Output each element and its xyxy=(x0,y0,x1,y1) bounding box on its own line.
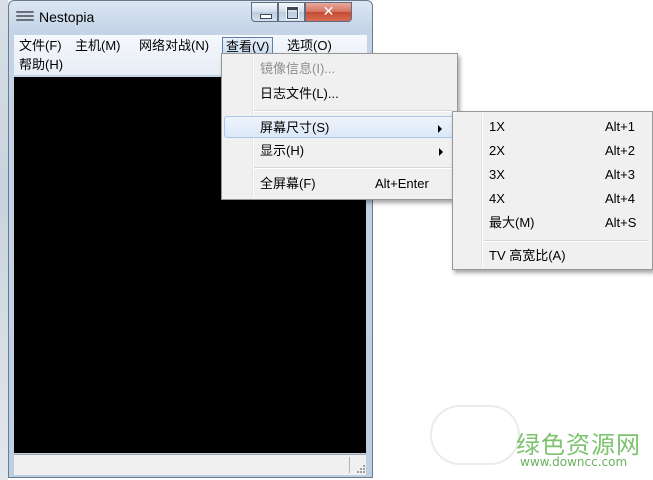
menu-separator xyxy=(254,167,453,169)
menu-item-label: TV 高宽比(A) xyxy=(489,248,566,263)
menu-file[interactable]: 文件(F) xyxy=(16,37,65,55)
watermark-bubble-icon xyxy=(430,405,520,465)
menu-separator xyxy=(483,240,648,242)
menu-item-screen-size[interactable]: 屏幕尺寸(S) xyxy=(224,116,455,138)
menu-item-size-3x[interactable]: 3X Alt+3 xyxy=(455,164,650,186)
screen-size-submenu: 1X Alt+1 2X Alt+2 3X Alt+3 4X Alt+4 最大(M… xyxy=(452,111,653,270)
menu-item-label: 2X xyxy=(489,143,505,158)
menu-netplay[interactable]: 网络对战(N) xyxy=(136,37,212,55)
close-icon: ✕ xyxy=(322,4,335,20)
menu-item-label: 3X xyxy=(489,167,505,182)
watermark-url: www.downcc.com xyxy=(520,455,628,469)
menu-item-label: 全屏幕(F) xyxy=(260,176,316,191)
menu-item-fullscreen[interactable]: 全屏幕(F) Alt+Enter xyxy=(224,173,455,195)
menu-item-size-max[interactable]: 最大(M) Alt+S xyxy=(455,212,650,234)
menu-item-label: 最大(M) xyxy=(489,215,535,230)
menu-item-size-2x[interactable]: 2X Alt+2 xyxy=(455,140,650,162)
minimize-icon xyxy=(260,14,272,19)
maximize-button[interactable] xyxy=(278,2,305,22)
close-button[interactable]: ✕ xyxy=(305,2,352,22)
menu-item-label: 屏幕尺寸(S) xyxy=(260,120,330,135)
menu-item-display[interactable]: 显示(H) xyxy=(224,140,455,162)
menu-item-label: 显示(H) xyxy=(260,143,305,158)
desktop-background xyxy=(0,0,8,480)
menu-item-shortcut: Alt+3 xyxy=(605,167,635,182)
menu-item-shortcut: Alt+Enter xyxy=(375,176,429,191)
submenu-arrow-icon xyxy=(439,148,443,156)
menu-item-label: 1X xyxy=(489,119,505,134)
menu-item-shortcut: Alt+2 xyxy=(605,143,635,158)
app-menu-icon[interactable] xyxy=(16,11,34,23)
menu-item-tv-aspect[interactable]: TV 高宽比(A) xyxy=(455,245,650,267)
menu-item-label: 日志文件(L)... xyxy=(260,86,339,101)
status-bar xyxy=(14,454,366,475)
menu-item-image-info[interactable]: 镜像信息(I)... xyxy=(224,58,455,80)
resize-grip-icon[interactable] xyxy=(357,465,365,473)
menu-item-label: 镜像信息(I)... xyxy=(260,61,336,76)
menu-item-log-file[interactable]: 日志文件(L)... xyxy=(224,83,455,105)
menu-help[interactable]: 帮助(H) xyxy=(16,56,66,74)
view-menu-dropdown: 镜像信息(I)... 日志文件(L)... 屏幕尺寸(S) 显示(H) 全屏幕(… xyxy=(221,53,458,200)
menu-item-shortcut: Alt+S xyxy=(605,215,637,230)
submenu-arrow-icon xyxy=(438,125,442,133)
window-title: Nestopia xyxy=(39,9,95,25)
minimize-button[interactable] xyxy=(251,2,278,22)
menu-item-size-1x[interactable]: 1X Alt+1 xyxy=(455,116,650,138)
menu-separator xyxy=(254,110,453,112)
menu-machine[interactable]: 主机(M) xyxy=(72,37,124,55)
menu-item-shortcut: Alt+4 xyxy=(605,191,635,206)
title-bar[interactable]: Nestopia ✕ xyxy=(9,1,372,34)
maximize-icon xyxy=(286,6,299,20)
status-divider xyxy=(349,457,350,473)
menu-item-size-4x[interactable]: 4X Alt+4 xyxy=(455,188,650,210)
menu-item-label: 4X xyxy=(489,191,505,206)
menu-item-shortcut: Alt+1 xyxy=(605,119,635,134)
